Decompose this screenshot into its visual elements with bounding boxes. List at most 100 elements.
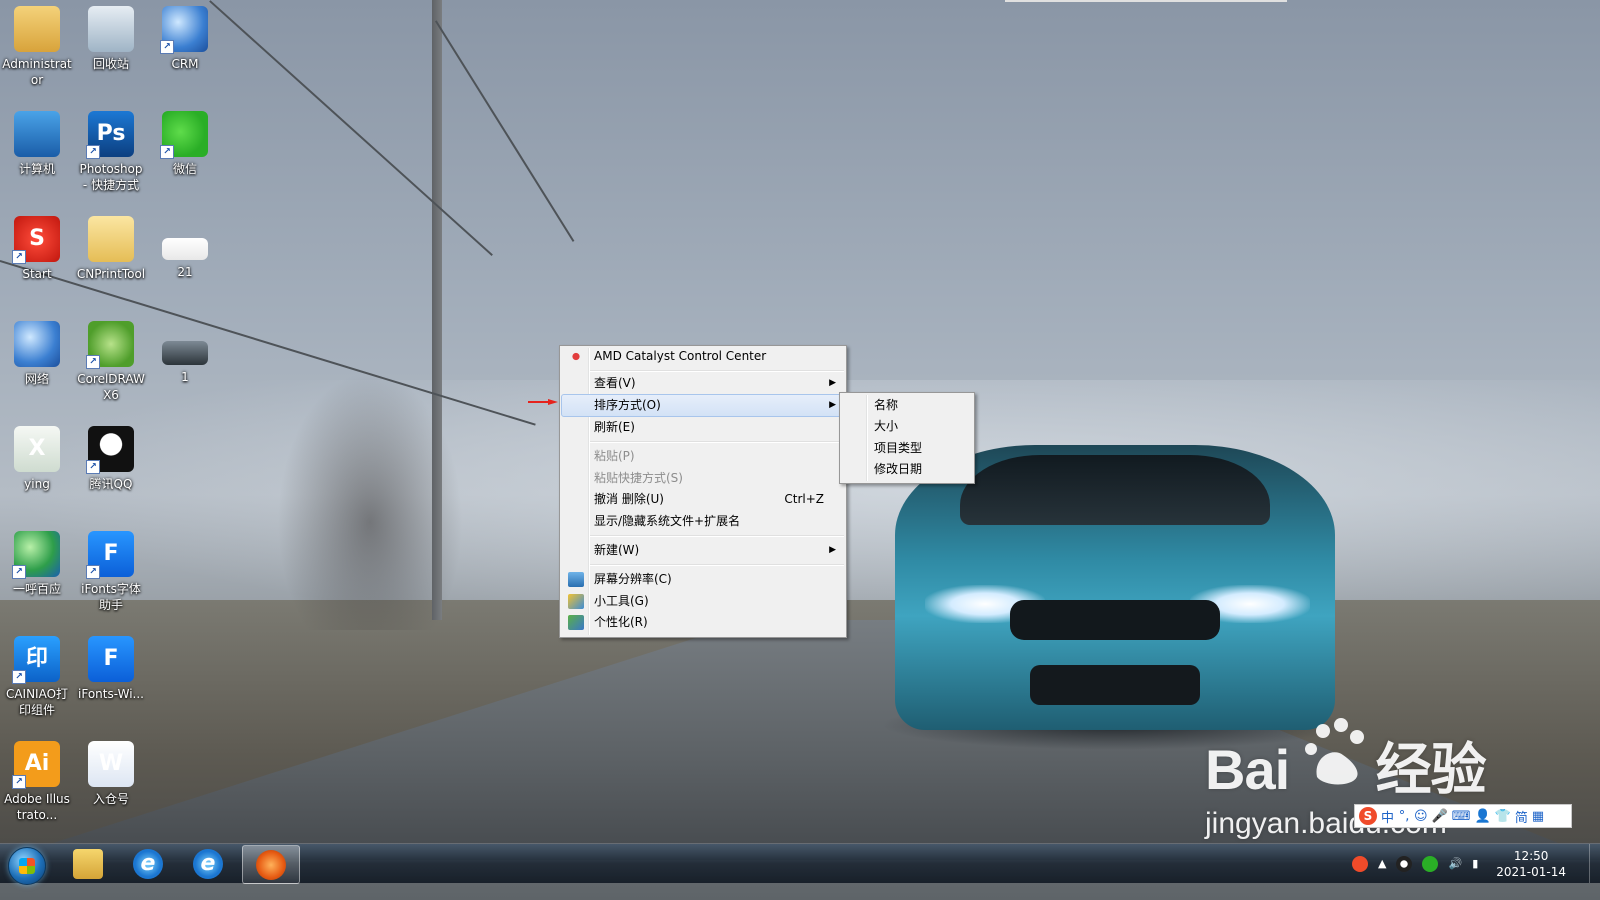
menu-item-label: 屏幕分辨率(C) xyxy=(594,572,672,586)
ime-voice-icon[interactable]: 🎤 xyxy=(1432,809,1448,824)
glyph-text: S xyxy=(29,226,45,251)
network-signal-icon[interactable]: ▮ xyxy=(1472,857,1478,870)
volume-icon[interactable]: 🔊 xyxy=(1448,857,1462,870)
show-desktop-button[interactable] xyxy=(1589,844,1600,883)
desktop-icon-computer[interactable]: 计算机 xyxy=(0,105,74,177)
icon-label: 1 xyxy=(181,370,189,384)
desktop-icon-qq[interactable]: ↗ 腾讯QQ xyxy=(74,420,148,492)
taskbar-explorer[interactable] xyxy=(60,845,116,882)
desktop-icon-rucanghao[interactable]: W 入仓号 xyxy=(74,735,148,807)
icon-label: 21 xyxy=(177,265,193,279)
shortcut-key-label: Ctrl+Z xyxy=(784,492,824,506)
desktop-icon-yihubaiying[interactable]: ↗ 一呼百应 xyxy=(0,525,74,597)
menu-item-amd-catalyst[interactable]: AMD Catalyst Control Center xyxy=(562,346,844,367)
qq-tray-icon[interactable] xyxy=(1396,855,1413,872)
car-bumper xyxy=(1030,665,1200,705)
menu-item-personalize[interactable]: 个性化(R) xyxy=(562,612,844,633)
baidu-paw-icon xyxy=(1305,718,1364,785)
ifonts-icon: F ↗ xyxy=(86,531,134,579)
icon-label: iFonts字体助手 xyxy=(81,582,141,612)
menu-item-gadgets[interactable]: 小工具(G) xyxy=(562,591,844,612)
menu-item-label: 个性化(R) xyxy=(594,615,648,629)
system-tray: ▲ 🔊 ▮ 12:50 2021-01-14 xyxy=(1352,844,1590,883)
explorer-icon xyxy=(73,848,103,879)
menu-item-undo-delete[interactable]: 撤消 删除(U) Ctrl+Z xyxy=(562,489,844,510)
personalize-icon xyxy=(568,615,584,630)
ime-menu-icon[interactable]: ▦ xyxy=(1532,809,1544,824)
desktop-icon-start[interactable]: S ↗ Start xyxy=(0,210,74,282)
ime-emoji-icon[interactable]: ☺ xyxy=(1414,809,1428,824)
desktop-icon-ifonts[interactable]: F ↗ iFonts字体助手 xyxy=(74,525,148,613)
desktop-icon-wechat[interactable]: ↗ 微信 xyxy=(148,105,222,177)
submenu-arrow-icon: ▶ xyxy=(829,400,836,410)
menu-separator xyxy=(590,370,844,372)
image-file-icon xyxy=(162,238,208,260)
desktop-icon-1[interactable]: 1 xyxy=(148,315,222,385)
sort-by-submenu: 名称 大小 项目类型 修改日期 xyxy=(839,392,975,484)
desktop-icon-cnprinttool[interactable]: CNPrintTool xyxy=(74,210,148,282)
icon-label: Administrator xyxy=(2,57,72,87)
power-line xyxy=(435,20,575,242)
desktop-icon-crm[interactable]: ↗ CRM xyxy=(148,0,222,72)
desktop-icon-coreldraw[interactable]: ↗ CorelDRAW X6 xyxy=(74,315,148,403)
sogou-logo-icon[interactable]: S xyxy=(1359,807,1377,825)
icon-label: 腾讯QQ xyxy=(89,477,133,491)
desktop-icon-photoshop[interactable]: Ps ↗ Photoshop - 快捷方式 xyxy=(74,105,148,193)
taskbar-ie-2[interactable]: e xyxy=(180,845,236,882)
menu-item-show-hide-files[interactable]: 显示/隐藏系统文件+扩展名 xyxy=(562,511,844,532)
ime-keyboard-icon[interactable]: ⌨ xyxy=(1452,809,1471,824)
submenu-item-name[interactable]: 名称 xyxy=(842,395,972,416)
computer-icon xyxy=(14,111,60,157)
menu-item-label: 刷新(E) xyxy=(594,420,635,434)
menu-item-sort-by[interactable]: 排序方式(O) ▶ xyxy=(561,394,845,417)
shortcut-arrow-icon: ↗ xyxy=(86,565,100,579)
ime-simplified-toggle[interactable]: 简 xyxy=(1515,807,1528,826)
desktop-icon-recycle-bin[interactable]: 回收站 xyxy=(74,0,148,72)
desktop-icon-administrator[interactable]: Administrator xyxy=(0,0,74,88)
taskbar-ie[interactable]: e xyxy=(120,845,176,882)
taskbar-active-app[interactable] xyxy=(242,845,300,884)
menu-item-paste-shortcut[interactable]: 粘贴快捷方式(S) xyxy=(562,468,844,489)
wechat-tray-icon[interactable] xyxy=(1422,855,1439,872)
desktop-icon-cainiao[interactable]: 印 ↗ CAINIAO打印组件 xyxy=(0,630,74,718)
menu-item-paste[interactable]: 粘贴(P) xyxy=(562,446,844,467)
menu-item-label: 修改日期 xyxy=(874,462,923,476)
shortcut-arrow-icon: ↗ xyxy=(12,775,26,789)
sogou-tray-icon[interactable] xyxy=(1352,855,1369,872)
glyph-text: 印 xyxy=(25,646,48,671)
start-button[interactable] xyxy=(8,847,46,885)
icon-label: Photoshop - 快捷方式 xyxy=(79,162,143,192)
coreldraw-icon: ↗ xyxy=(86,321,134,369)
ime-user-icon[interactable]: 👤 xyxy=(1475,809,1491,824)
icon-label: Start xyxy=(22,267,52,281)
menu-item-new[interactable]: 新建(W) ▶ xyxy=(562,540,844,561)
desktop-icon-21[interactable]: 21 xyxy=(148,210,222,280)
menu-separator xyxy=(590,535,844,537)
desktop-icon-network[interactable]: 网络 xyxy=(0,315,74,387)
menu-item-screen-resolution[interactable]: 屏幕分辨率(C) xyxy=(562,569,844,590)
menu-item-view[interactable]: 查看(V) ▶ xyxy=(562,373,844,394)
clock-date: 2021-01-14 xyxy=(1496,864,1566,879)
submenu-item-size[interactable]: 大小 xyxy=(842,416,972,437)
desktop-icon-illustrator[interactable]: Ai ↗ Adobe Illustrato... xyxy=(0,735,74,823)
menu-item-refresh[interactable]: 刷新(E) xyxy=(562,417,844,438)
icon-label: 微信 xyxy=(172,162,197,176)
clock[interactable]: 12:50 2021-01-14 xyxy=(1496,848,1566,880)
ime-skin-icon[interactable]: 👕 xyxy=(1495,809,1511,824)
show-hidden-icons-arrow-icon[interactable]: ▲ xyxy=(1378,857,1386,870)
icon-label: 计算机 xyxy=(18,162,55,176)
menu-item-label: 查看(V) xyxy=(594,376,636,390)
menu-item-label: 大小 xyxy=(874,419,899,433)
icon-label: Adobe Illustrato... xyxy=(4,792,70,822)
submenu-item-date-modified[interactable]: 修改日期 xyxy=(842,459,972,480)
menu-separator xyxy=(590,441,844,443)
ime-chinese-mode[interactable]: 中 xyxy=(1381,807,1394,826)
ime-toolbar[interactable]: S 中 °, ☺ 🎤 ⌨ 👤 👕 简 ▦ xyxy=(1354,804,1572,828)
submenu-item-type[interactable]: 项目类型 xyxy=(842,438,972,459)
desktop-icon-ying[interactable]: X ying xyxy=(0,420,74,492)
submenu-arrow-icon: ▶ xyxy=(829,378,836,388)
ime-punctuation-icon[interactable]: °, xyxy=(1398,809,1410,824)
illustrator-icon: Ai ↗ xyxy=(12,741,60,789)
shortcut-arrow-icon: ↗ xyxy=(12,565,26,579)
desktop-icon-ifonts-wi[interactable]: F iFonts-Wi... xyxy=(74,630,148,702)
